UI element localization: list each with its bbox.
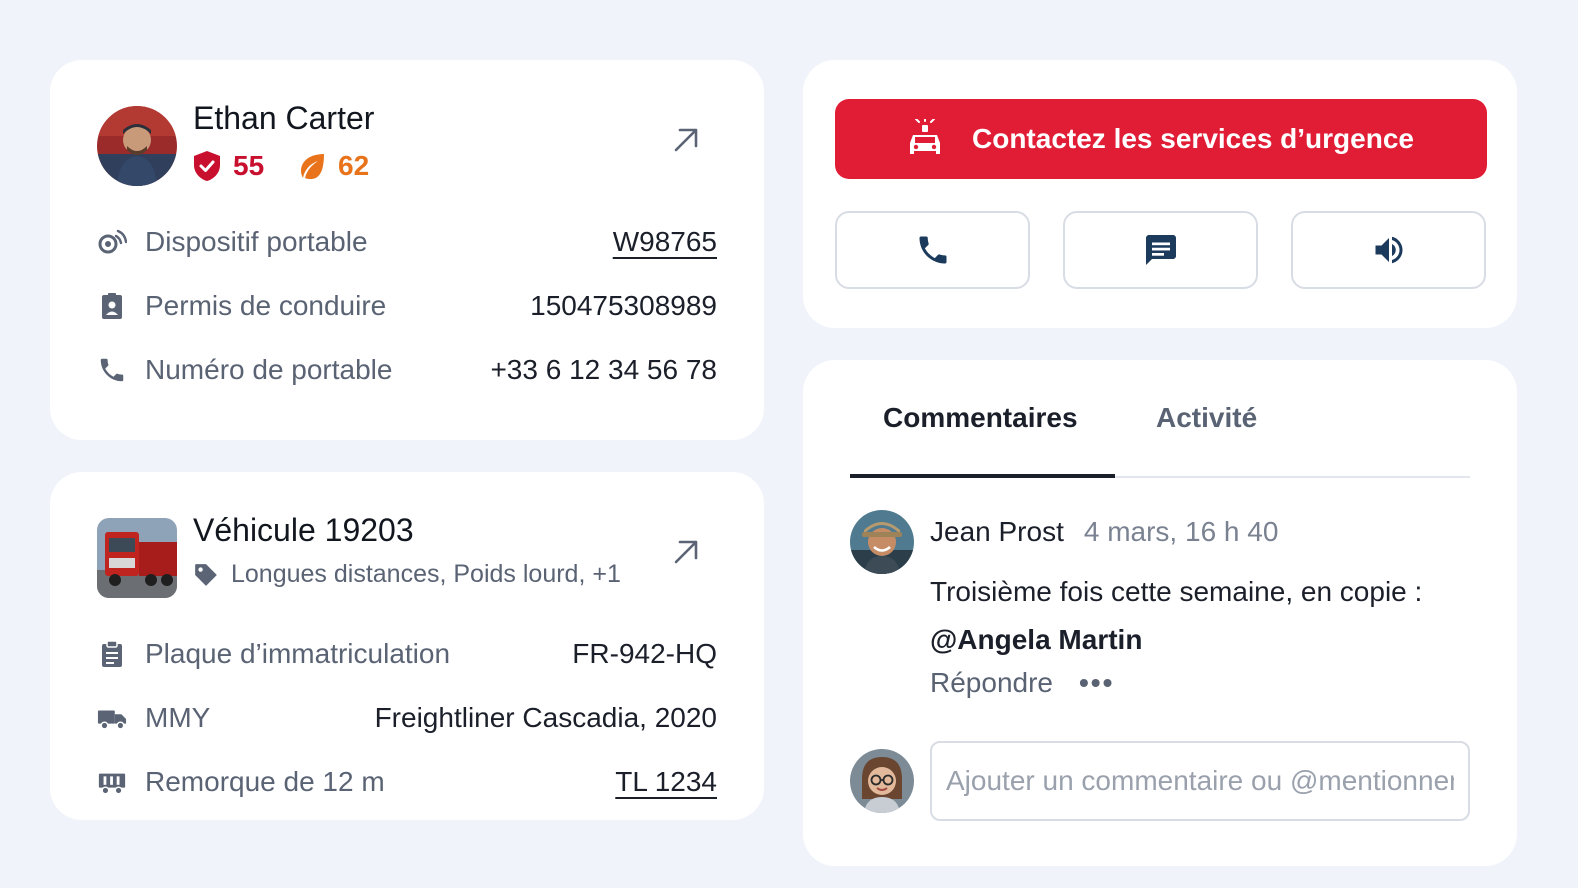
- driver-row-wearable: Dispositif portable W98765: [97, 222, 717, 262]
- license-value: 150475308989: [530, 290, 717, 321]
- emergency-vehicle-icon: [910, 119, 940, 154]
- vehicle-thumbnail: [97, 518, 177, 598]
- driver-card: Ethan Carter 55 62 Dispositif portable W…: [50, 60, 764, 440]
- phone-label: Numéro de portable: [145, 354, 393, 385]
- vehicle-card: Véhicule 19203 Longues distances, Poids …: [50, 472, 764, 820]
- phone-icon: [919, 236, 946, 264]
- speaker-button[interactable]: [1291, 211, 1486, 289]
- driver-row-license: Permis de conduire 150475308989: [97, 286, 717, 326]
- message-icon: [1145, 235, 1176, 265]
- message-button[interactable]: [1063, 211, 1258, 289]
- commenter-avatar: [850, 510, 914, 574]
- wearable-value-link[interactable]: W98765: [613, 226, 717, 258]
- comment-input[interactable]: [930, 741, 1470, 821]
- comment-body: Troisième fois cette semaine, en copie :…: [930, 568, 1490, 664]
- tab-comments[interactable]: Commentaires: [883, 402, 1078, 434]
- phone-value: +33 6 12 34 56 78: [490, 354, 717, 385]
- wearable-label: Dispositif portable: [145, 226, 368, 257]
- truck-icon: [97, 703, 127, 733]
- reply-button[interactable]: Répondre: [930, 667, 1053, 699]
- plate-label: Plaque d’immatriculation: [145, 638, 451, 669]
- contact-emergency-button[interactable]: Contactez les services d’urgence: [835, 99, 1487, 179]
- driver-row-phone: Numéro de portable +33 6 12 34 56 78: [97, 350, 717, 390]
- vehicle-name: Véhicule 19203: [193, 512, 414, 548]
- comment-text: Troisième fois cette semaine, en copie :: [930, 576, 1423, 607]
- eco-score: 62: [298, 150, 369, 182]
- clipboard-icon: [97, 639, 127, 669]
- comment-author: Jean Prost: [930, 516, 1064, 547]
- trailer-value-link[interactable]: TL 1234: [615, 766, 717, 798]
- contact-emergency-label: Contactez les services d’urgence: [972, 123, 1414, 154]
- plate-value: FR-942-HQ: [572, 638, 717, 669]
- safety-score: 55: [193, 150, 264, 182]
- active-tab-indicator: [850, 474, 1115, 478]
- driver-name: Ethan Carter: [193, 100, 375, 136]
- tag-icon: [195, 563, 217, 586]
- comment-actions: Répondre •••: [930, 667, 1114, 699]
- comment-timestamp: 4 mars, 16 h 40: [1083, 516, 1279, 547]
- current-user-avatar: [850, 749, 914, 813]
- tab-activity[interactable]: Activité: [1156, 402, 1257, 434]
- vehicle-row-trailer: Remorque de 12 m TL 1234: [97, 762, 717, 802]
- wearable-device-icon: [97, 227, 127, 257]
- id-badge-icon: [97, 291, 127, 321]
- shield-check-icon: [194, 151, 220, 181]
- open-driver-link-icon[interactable]: [668, 122, 704, 158]
- vehicle-tags: Longues distances, Poids lourd, +1: [193, 560, 621, 589]
- call-button[interactable]: [835, 211, 1030, 289]
- trailer-label: Remorque de 12 m: [145, 766, 385, 797]
- comment-meta: Jean Prost 4 mars, 16 h 40: [930, 516, 1278, 548]
- vehicle-row-mmy: MMY Freightliner Cascadia, 2020: [97, 698, 717, 738]
- mmy-label: MMY: [145, 702, 211, 733]
- vehicle-row-plate: Plaque d’immatriculation FR-942-HQ: [97, 634, 717, 674]
- emergency-card: Contactez les services d’urgence: [803, 60, 1517, 328]
- speaker-icon: [1375, 236, 1402, 264]
- phone-icon: [97, 355, 127, 385]
- trailer-icon: [97, 767, 127, 797]
- safety-score-value: 55: [233, 150, 265, 181]
- more-options-icon[interactable]: •••: [1079, 667, 1114, 699]
- eco-score-value: 62: [338, 150, 370, 181]
- vehicle-tags-text: Longues distances, Poids lourd, +1: [231, 560, 621, 588]
- mmy-value: Freightliner Cascadia, 2020: [374, 702, 717, 733]
- open-vehicle-link-icon[interactable]: [668, 534, 704, 570]
- license-label: Permis de conduire: [145, 290, 387, 321]
- driver-avatar: [97, 106, 177, 186]
- comments-card: Commentaires Activité Jean Prost 4 mars,…: [803, 360, 1517, 866]
- leaf-icon: [301, 154, 324, 179]
- comment-mention-link[interactable]: @Angela Martin: [930, 616, 1490, 664]
